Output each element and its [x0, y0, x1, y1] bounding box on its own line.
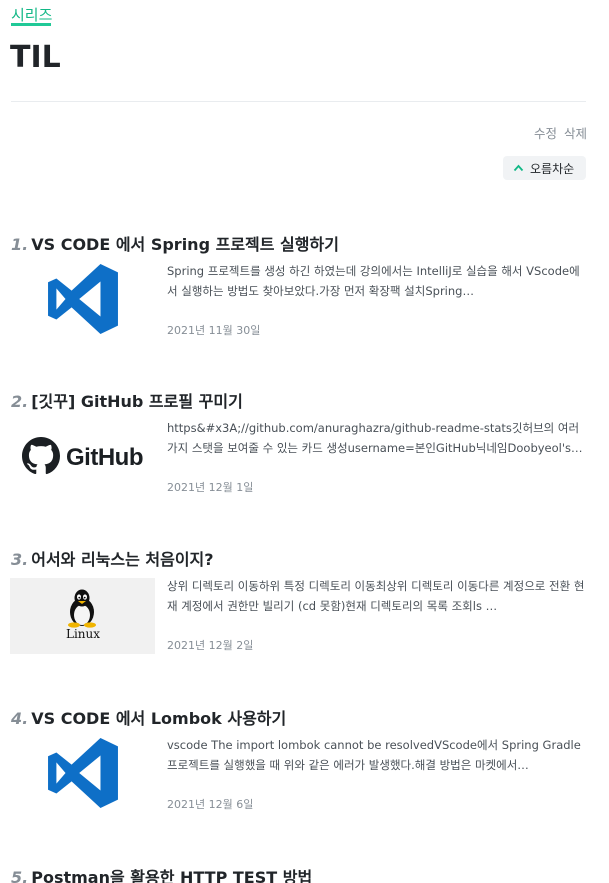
series-post-item: 4. VS CODE 에서 Lombok 사용하기 vscode The impo… [10, 705, 590, 820]
post-thumbnail[interactable] [10, 263, 155, 339]
post-date: 2021년 12월 1일 [167, 481, 254, 494]
post-description: Spring 프로젝트를 생성 하긴 하였는데 강의에서는 IntelliJ로 … [167, 264, 580, 298]
page-title: TIL [10, 40, 61, 75]
post-number: 5. [11, 868, 29, 883]
post-number: 3. [11, 550, 29, 569]
post-thumbnail[interactable] [10, 737, 155, 813]
series-link[interactable]: 시리즈 [11, 4, 52, 25]
post-thumbnail[interactable]: Linux [10, 578, 155, 654]
post-number: 4. [11, 709, 29, 728]
linux-label: Linux [66, 627, 101, 641]
vscode-logo-icon [43, 263, 123, 339]
series-post-item: 2. [깃꾸] GitHub 프로필 꾸미기 GitHub https&#x3A;… [10, 388, 590, 503]
post-title-text[interactable]: VS CODE 에서 Spring 프로젝트 실행하기 [31, 235, 339, 254]
post-thumbnail[interactable]: GitHub [10, 420, 155, 496]
post-title[interactable]: 2. [깃꾸] GitHub 프로필 꾸미기 [11, 388, 243, 412]
series-actions: 수정 삭제 [534, 123, 587, 142]
edit-button[interactable]: 수정 [534, 126, 557, 141]
post-number: 2. [11, 392, 29, 411]
sort-order-label: 오름차순 [530, 161, 575, 176]
github-wordmark: GitHub [66, 444, 143, 471]
series-post-item: 3. 어서와 리눅스는 처음이지? Linux 상위 디렉토리 이동하위 특정 디… [10, 546, 590, 661]
chevron-up-icon [513, 162, 524, 174]
series-post-item: 1. VS CODE 에서 Spring 프로젝트 실행하기 Spring 프로젝… [10, 231, 590, 346]
post-title[interactable]: 5. Postman을 활용한 HTTP TEST 방법 [11, 864, 312, 883]
linux-tux-icon [65, 588, 99, 632]
series-post-item: 5. Postman을 활용한 HTTP TEST 방법 [10, 864, 590, 883]
post-title-text[interactable]: VS CODE 에서 Lombok 사용하기 [31, 709, 286, 728]
delete-button[interactable]: 삭제 [564, 126, 587, 141]
post-title-text[interactable]: [깃꾸] GitHub 프로필 꾸미기 [31, 392, 243, 411]
post-title[interactable]: 4. VS CODE 에서 Lombok 사용하기 [11, 705, 286, 729]
header-divider [11, 101, 586, 102]
post-title-text[interactable]: Postman을 활용한 HTTP TEST 방법 [31, 868, 312, 883]
post-date: 2021년 12월 2일 [167, 639, 254, 652]
vscode-logo-icon [43, 737, 123, 813]
post-date: 2021년 11월 30일 [167, 324, 261, 337]
series-underline [11, 23, 51, 26]
sort-order-button[interactable]: 오름차순 [503, 156, 586, 180]
post-date: 2021년 12월 6일 [167, 798, 254, 811]
post-description: vscode The import lombok cannot be resol… [167, 738, 581, 772]
post-description: https&#x3A;//github.com/anuraghazra/gith… [167, 421, 583, 455]
post-number: 1. [11, 235, 29, 254]
post-description: 상위 디렉토리 이동하위 특정 디렉토리 이동최상위 디렉토리 이동다른 계정으… [167, 579, 585, 613]
post-title-text[interactable]: 어서와 리눅스는 처음이지? [31, 550, 213, 569]
post-title[interactable]: 1. VS CODE 에서 Spring 프로젝트 실행하기 [11, 231, 339, 255]
post-title[interactable]: 3. 어서와 리눅스는 처음이지? [11, 546, 214, 570]
github-octocat-icon [22, 437, 60, 479]
